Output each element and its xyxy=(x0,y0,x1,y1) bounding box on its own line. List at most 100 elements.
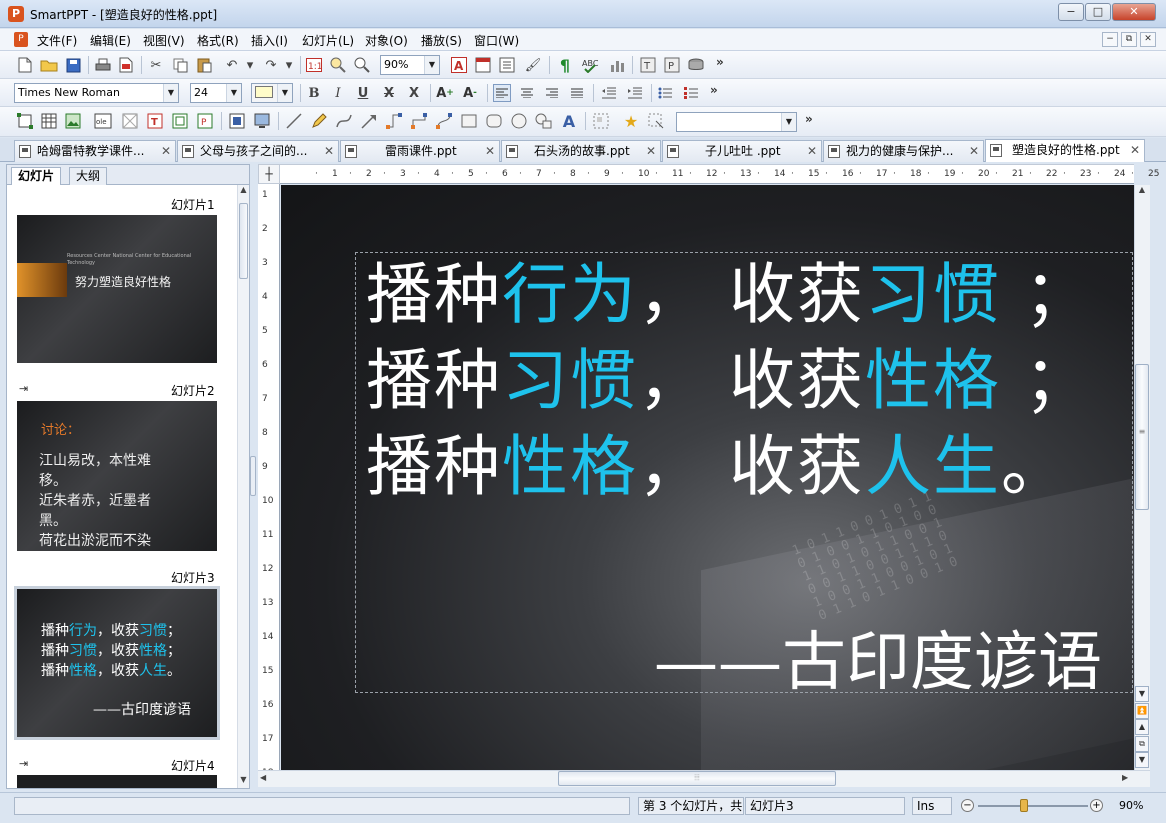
zoom-slider-thumb[interactable] xyxy=(1020,799,1029,812)
actual-size-icon[interactable]: 1:1 xyxy=(305,56,323,74)
slide-frame-icon[interactable] xyxy=(228,112,246,130)
slide-panel-scrollbar[interactable]: ▲ ▼ xyxy=(237,185,249,788)
export-pdf-icon[interactable] xyxy=(117,56,135,74)
ellipse-icon[interactable] xyxy=(510,112,528,130)
ungroup-icon[interactable] xyxy=(647,112,665,130)
font-size-select[interactable]: 24 ▼ xyxy=(190,83,242,103)
slide-thumbnail-1[interactable]: Resources Center National Center for Edu… xyxy=(17,215,217,363)
group-frame-icon[interactable] xyxy=(171,112,189,130)
italic-icon[interactable]: I xyxy=(329,84,347,102)
slide-thumbnail-2[interactable]: 讨论： 江山易改，本性难 移。 近朱者赤，近墨者 黑。 荷花出淤泥而不染 xyxy=(17,401,217,551)
strikethrough-icon[interactable]: X xyxy=(380,84,398,102)
duplicate-slide-icon[interactable]: ⧉ xyxy=(1135,736,1149,752)
menu-view[interactable]: 视图(V) xyxy=(143,32,185,49)
toolbar2-overflow-button[interactable]: » xyxy=(710,83,718,97)
numbered-list-icon[interactable] xyxy=(682,84,700,102)
save-icon[interactable] xyxy=(64,56,82,74)
line-icon[interactable] xyxy=(285,112,303,130)
vertical-ruler[interactable]: 123456789101112131415161718 xyxy=(258,184,280,778)
curved-connector-icon[interactable] xyxy=(435,112,453,130)
doc-tab[interactable]: 雷雨课件.ppt ✕ xyxy=(340,140,500,162)
editor-scroll-thumb[interactable]: ≡ xyxy=(1135,364,1149,510)
slide-thumbnail-3-selected[interactable]: 播种行为，收获习惯； 播种习惯，收获性格； 播种性格，收获人生。 ——古印度谚语 xyxy=(14,586,220,740)
slide-canvas[interactable]: 1 0 1 1 0 0 1 0 1 1 0 1 0 0 1 1 0 1 0 0 … xyxy=(281,185,1134,770)
text-box-selected[interactable]: 播种行为， 收获习惯 ； 播种习惯， 收获性格 ； 播种性格， 收获人生。 ——… xyxy=(355,252,1133,700)
scroll-down-icon[interactable]: ▼ xyxy=(238,775,249,787)
scroll-right-icon[interactable]: ▶ xyxy=(1122,773,1134,785)
doc-tab-active[interactable]: 塑造良好的性格.ppt ✕ xyxy=(985,139,1145,162)
zoom-icon[interactable] xyxy=(329,56,347,74)
doc-tab[interactable]: 视力的健康与保护... ✕ xyxy=(823,140,984,162)
text-color-icon[interactable]: A xyxy=(450,56,468,74)
underline-icon[interactable]: U xyxy=(354,84,372,102)
pencil-icon[interactable] xyxy=(310,112,328,130)
image-icon[interactable] xyxy=(64,112,82,130)
maximize-button[interactable]: □ xyxy=(1085,3,1111,21)
chevron-down-icon[interactable]: ▼ xyxy=(226,84,241,102)
chevron-down-icon[interactable]: ▼ xyxy=(163,84,178,102)
tab-close-icon[interactable]: ✕ xyxy=(1130,140,1140,160)
elbow-connector-icon[interactable] xyxy=(410,112,428,130)
minimize-button[interactable]: − xyxy=(1058,3,1084,21)
panel-splitter[interactable] xyxy=(250,164,256,789)
wordart-icon[interactable]: A xyxy=(560,112,578,131)
menu-object[interactable]: 对象(O) xyxy=(365,32,408,49)
next-slide-icon[interactable]: ▼ xyxy=(1135,752,1149,768)
clear-format-icon[interactable]: X xyxy=(405,84,423,102)
scroll-down-icon[interactable]: ▼ xyxy=(1135,686,1149,702)
toolbar1-overflow-button[interactable]: » xyxy=(716,55,724,69)
slide-thumbnail-4[interactable] xyxy=(17,775,217,788)
table-icon[interactable] xyxy=(40,112,58,130)
insert-table-icon[interactable] xyxy=(474,56,492,74)
menu-window[interactable]: 窗口(W) xyxy=(474,32,519,49)
document-icon[interactable]: P xyxy=(14,32,28,47)
paste-icon[interactable] xyxy=(195,56,213,74)
insert-list-icon[interactable] xyxy=(498,56,516,74)
bold-icon[interactable]: B xyxy=(305,84,323,102)
align-left-icon[interactable] xyxy=(493,84,511,102)
menu-file[interactable]: 文件(F) xyxy=(37,32,77,49)
zoom-select[interactable]: 90% ▼ xyxy=(380,55,440,75)
cut-icon[interactable]: ✂ xyxy=(147,56,165,74)
chart-icon[interactable] xyxy=(608,56,626,74)
doc-tab[interactable]: 石头汤的故事.ppt ✕ xyxy=(501,140,661,162)
chevron-down-icon[interactable]: ▼ xyxy=(424,56,439,74)
decrease-font-icon[interactable]: A- xyxy=(461,84,479,102)
text-box-icon[interactable]: T xyxy=(639,56,657,74)
open-folder-icon[interactable] xyxy=(40,56,58,74)
tab-close-icon[interactable]: ✕ xyxy=(161,141,171,161)
menu-insert[interactable]: 插入(I) xyxy=(251,32,288,49)
tab-close-icon[interactable]: ✕ xyxy=(969,141,979,161)
database-icon[interactable] xyxy=(687,56,705,74)
zoom-slider[interactable] xyxy=(978,805,1088,807)
shapes-icon[interactable] xyxy=(535,112,553,130)
group-icon[interactable] xyxy=(592,112,610,130)
tab-slides[interactable]: 幻灯片 xyxy=(11,167,62,185)
picture-icon[interactable]: P xyxy=(663,56,681,74)
increase-indent-icon[interactable] xyxy=(626,84,644,102)
tab-close-icon[interactable]: ✕ xyxy=(324,141,334,161)
paragraph-mark-icon[interactable]: ¶ xyxy=(556,56,574,75)
copy-icon[interactable] xyxy=(171,56,189,74)
toolbar3-overflow-button[interactable]: » xyxy=(805,112,813,126)
undo-dropdown-icon[interactable]: ▾ xyxy=(241,56,259,74)
rectangle-icon[interactable] xyxy=(460,112,478,130)
search-icon[interactable] xyxy=(353,56,371,74)
mdi-close-button[interactable]: ✕ xyxy=(1140,32,1156,47)
menu-slide[interactable]: 幻灯片(L) xyxy=(302,32,354,49)
redo-icon[interactable]: ↷ xyxy=(262,56,280,74)
tab-close-icon[interactable]: ✕ xyxy=(485,141,495,161)
zoom-out-icon[interactable]: − xyxy=(961,799,974,812)
increase-font-icon[interactable]: A + xyxy=(436,84,454,102)
picture-frame-icon[interactable]: P xyxy=(196,112,214,130)
style-select[interactable]: ▼ xyxy=(676,112,797,132)
menu-format[interactable]: 格式(R) xyxy=(197,32,239,49)
rounded-rectangle-icon[interactable] xyxy=(485,112,503,130)
spellcheck-icon[interactable]: ABC xyxy=(582,56,600,74)
frame-icon[interactable] xyxy=(121,112,139,130)
undo-icon[interactable]: ↶ xyxy=(223,56,241,74)
horizontal-ruler[interactable]: 1 · 2 · 3 · 4 · 5 · 6 · 7 · 8 · 9 · 10 · 11 · 12 · 13 · 14 · 15 · 16 · 1… xyxy=(280,164,1159,184)
redo-dropdown-icon[interactable]: ▾ xyxy=(280,56,298,74)
scroll-left-icon[interactable]: ◀ xyxy=(260,773,272,785)
splitter-handle[interactable] xyxy=(250,456,256,496)
